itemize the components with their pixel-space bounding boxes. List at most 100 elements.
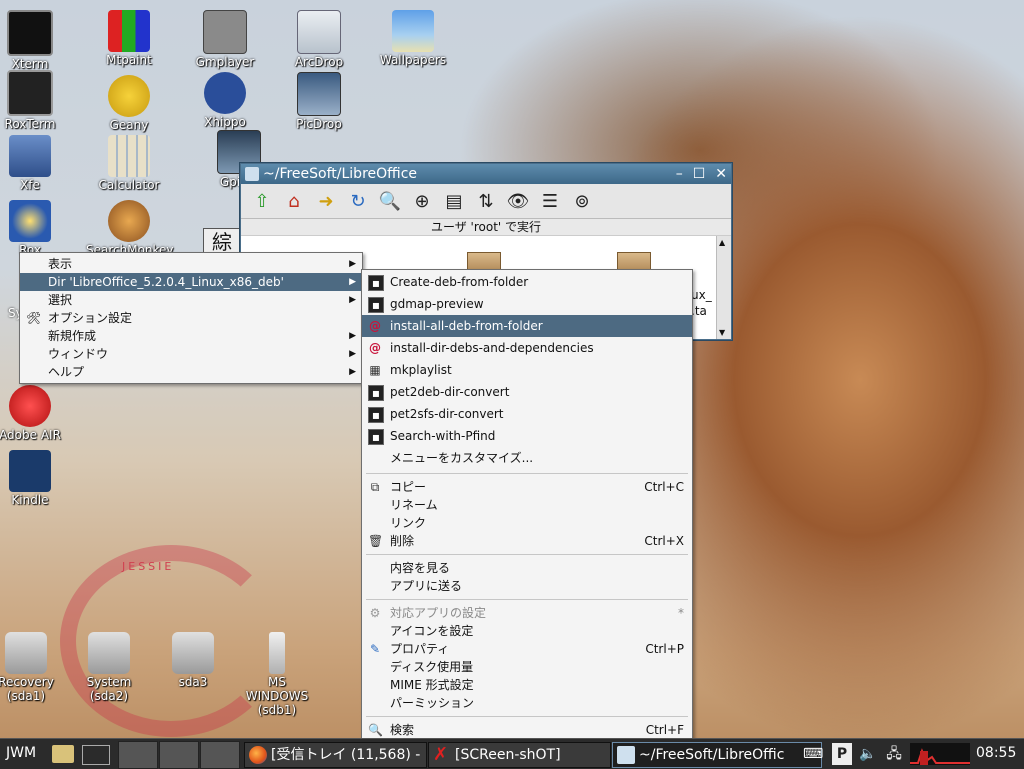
- dir-submenu: ▪ Create-deb-from-folder ▪ gdmap-preview @ in…: [361, 269, 693, 743]
- desktop-icon-xfe[interactable]: Xfe: [0, 135, 73, 192]
- submenu-item[interactable]: リンク: [362, 514, 692, 532]
- picdrop-icon: [297, 72, 341, 116]
- menu-window[interactable]: ウィンドウ ▶: [20, 345, 362, 363]
- desktop-icon-ms-windows[interactable]: MS WINDOWS (sdb1): [234, 632, 320, 717]
- package-p-icon[interactable]: P: [832, 743, 852, 765]
- submenu-arrow-icon: ▶: [349, 367, 356, 377]
- close-icon[interactable]: ✕: [715, 164, 727, 184]
- menu-item-label: 選択: [48, 293, 73, 307]
- task-file-manager[interactable]: ~/FreeSoft/LibreOffic: [612, 742, 822, 768]
- menu-select[interactable]: 選択 ▶: [20, 291, 362, 309]
- desktop-icon-calculator[interactable]: Calculator: [86, 135, 172, 192]
- file-label[interactable]: ux_: [691, 288, 712, 302]
- pager-desktop-1[interactable]: [118, 741, 158, 769]
- eye-icon[interactable]: 👁: [505, 188, 531, 214]
- desktop-icon-kindle[interactable]: Kindle: [0, 450, 73, 507]
- start-button[interactable]: JWM: [6, 745, 36, 761]
- submenu-item[interactable]: メニューをカスタマイズ...: [362, 447, 692, 469]
- submenu-item[interactable]: ▪ Create-deb-from-folder: [362, 271, 692, 293]
- help-icon[interactable]: ⊚: [569, 188, 595, 214]
- zoom-fit-icon[interactable]: ⊕: [409, 188, 435, 214]
- desktop-icon-gmplayer[interactable]: Gmplayer: [182, 10, 268, 69]
- goto-icon[interactable]: ➜: [313, 188, 339, 214]
- desktop-icon-recovery[interactable]: Recovery (sda1): [0, 632, 69, 703]
- desktop-icon-label: Xfe: [20, 178, 40, 192]
- window-titlebar[interactable]: ~/FreeSoft/LibreOffice – ☐ ✕: [241, 164, 731, 184]
- desktop-icon-label: Gmplayer: [195, 55, 255, 69]
- pager-desktop-2[interactable]: [159, 741, 199, 769]
- submenu-item[interactable]: ▪ pet2sfs-dir-convert: [362, 403, 692, 425]
- submenu-item[interactable]: ✎ プロパティ Ctrl+P: [362, 640, 692, 658]
- desktop-icon-xterm[interactable]: Xterm: [0, 10, 73, 71]
- list-icon[interactable]: ☰: [537, 188, 563, 214]
- scroll-up-icon[interactable]: ▲: [719, 238, 725, 247]
- maximize-icon[interactable]: ☐: [693, 164, 706, 184]
- submenu-item[interactable]: 🔍 検索 Ctrl+F: [362, 721, 692, 739]
- desktop-icon-arcdrop[interactable]: ArcDrop: [276, 10, 362, 69]
- submenu-item[interactable]: ディスク使用量: [362, 658, 692, 676]
- submenu-item[interactable]: 内容を見る: [362, 559, 692, 577]
- menu-new[interactable]: 新規作成 ▶: [20, 327, 362, 345]
- desktop-icon-picdrop[interactable]: PicDrop: [276, 72, 362, 131]
- submenu-item[interactable]: ▪ pet2deb-dir-convert: [362, 381, 692, 403]
- menu-dir[interactable]: Dir 'LibreOffice_5.2.0.4_Linux_x86_deb' ▶: [20, 273, 362, 291]
- submenu-item[interactable]: 🗑 削除 Ctrl+X: [362, 532, 692, 550]
- submenu-item[interactable]: パーミッション: [362, 694, 692, 712]
- desktop-icon-geany[interactable]: Geany: [86, 75, 172, 132]
- sort-icon[interactable]: ⇅: [473, 188, 499, 214]
- menu-view[interactable]: 表示 ▶: [20, 255, 362, 273]
- run-as-banner: ユーザ 'root' で実行: [241, 219, 731, 236]
- xterm-icon: [7, 10, 53, 56]
- vertical-scrollbar[interactable]: ▲ ▼: [716, 236, 731, 339]
- details-icon[interactable]: ▤: [441, 188, 467, 214]
- desktop-icon-xhippo[interactable]: Xhippo: [182, 72, 268, 129]
- submenu-item-label: コピー: [390, 480, 427, 494]
- submenu-item[interactable]: @ install-all-deb-from-folder: [362, 315, 692, 337]
- submenu-item[interactable]: ▪ gdmap-preview: [362, 293, 692, 315]
- submenu-item[interactable]: アイコンを設定: [362, 622, 692, 640]
- up-icon[interactable]: ⇧: [249, 188, 275, 214]
- desktop-icon-mtpaint[interactable]: Mtpaint: [86, 10, 172, 67]
- network-icon[interactable]: 🖧: [884, 743, 904, 765]
- menu-separator: [366, 599, 688, 600]
- desktop-icon-label: Mtpaint: [106, 53, 152, 67]
- home-icon[interactable]: ⌂: [281, 188, 307, 214]
- minimize-icon[interactable]: –: [676, 164, 683, 184]
- desktop-icon-wallpapers[interactable]: Wallpapers: [370, 10, 456, 67]
- desktop-icon-roxterm[interactable]: RoxTerm: [0, 70, 73, 131]
- show-desktop-icon[interactable]: [52, 745, 74, 763]
- submenu-item[interactable]: @ install-dir-debs-and-dependencies: [362, 337, 692, 359]
- submenu-item[interactable]: ⧉ コピー Ctrl+C: [362, 478, 692, 496]
- menu-options[interactable]: 🛠 オプション設定: [20, 309, 362, 327]
- desktop-icon-searchmonkey[interactable]: SearchMonkey: [86, 200, 174, 257]
- submenu-item-label: プロパティ: [390, 642, 450, 656]
- window-list-icon[interactable]: [82, 745, 110, 765]
- desktop-icon-adobe-air[interactable]: Adobe AIR: [0, 385, 73, 442]
- zoom-in-icon[interactable]: 🔍: [377, 188, 403, 214]
- trash-icon: 🗑: [368, 534, 384, 548]
- roxterm-icon: [7, 70, 53, 116]
- xhippo-icon: [204, 72, 246, 114]
- file-label[interactable]: .ta: [691, 304, 707, 318]
- submenu-item[interactable]: ▦ mkplaylist: [362, 359, 692, 381]
- task-firefox[interactable]: [受信トレイ (11,568) -: [244, 742, 427, 768]
- pager-desktop-3[interactable]: [200, 741, 240, 769]
- submenu-item[interactable]: アプリに送る: [362, 577, 692, 595]
- submenu-item[interactable]: ▪ Search-with-Pfind: [362, 425, 692, 447]
- xfe-icon: [9, 135, 51, 177]
- menu-help[interactable]: ヘルプ ▶: [20, 363, 362, 381]
- desktop-icon-sda3[interactable]: sda3: [150, 632, 236, 689]
- refresh-icon[interactable]: ↻: [345, 188, 371, 214]
- scroll-down-icon[interactable]: ▼: [719, 328, 725, 337]
- volume-icon[interactable]: 🔈: [858, 743, 878, 765]
- submenu-item-label: アイコンを設定: [390, 624, 474, 638]
- debian-icon: @: [369, 319, 381, 333]
- desktop-icon-system[interactable]: System (sda2): [66, 632, 152, 703]
- keyboard-icon[interactable]: ⌨: [803, 743, 823, 765]
- system-icon: [88, 632, 130, 674]
- desktop-icon-rox[interactable]: Rox: [0, 200, 73, 257]
- submenu-item[interactable]: リネーム: [362, 496, 692, 514]
- submenu-item-label: Search-with-Pfind: [390, 429, 496, 443]
- task-screenshot[interactable]: ✗ [SCReen-shOT]: [428, 742, 611, 768]
- submenu-item[interactable]: MIME 形式設定: [362, 676, 692, 694]
